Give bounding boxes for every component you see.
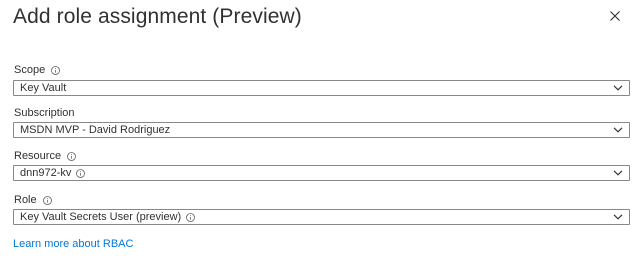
resource-label-text: Resource [14, 150, 62, 162]
learn-more-rbac-link[interactable]: Learn more about RBAC [13, 237, 133, 251]
info-icon[interactable] [76, 168, 86, 178]
info-icon[interactable] [186, 212, 196, 222]
role-value-text: Key Vault Secrets User (preview) [20, 211, 182, 223]
info-icon[interactable] [67, 151, 76, 161]
role-label: Role [14, 193, 52, 207]
subscription-dropdown[interactable]: MSDN MVP - David Rodriguez [13, 122, 630, 138]
resource-value: dnn972-kv [20, 166, 86, 180]
info-icon[interactable] [42, 195, 52, 205]
chevron-down-icon [613, 126, 623, 134]
panel-title: Add role assignment (Preview) [13, 5, 302, 28]
resource-value-text: dnn972-kv [20, 167, 72, 179]
scope-dropdown[interactable]: Key Vault [13, 80, 630, 96]
scope-value-text: Key Vault [20, 82, 67, 94]
chevron-down-icon [613, 213, 623, 221]
scope-label-text: Scope [14, 64, 46, 76]
scope-label: Scope [14, 63, 61, 77]
subscription-label: Subscription [14, 106, 75, 120]
subscription-value: MSDN MVP - David Rodriguez [20, 123, 170, 137]
scope-value: Key Vault [20, 81, 66, 95]
resource-dropdown[interactable]: dnn972-kv [13, 165, 630, 181]
role-value: Key Vault Secrets User (preview) [20, 210, 196, 224]
close-button[interactable] [607, 8, 623, 24]
subscription-label-text: Subscription [14, 107, 75, 119]
info-icon[interactable] [51, 65, 61, 75]
role-label-text: Role [14, 194, 37, 206]
chevron-down-icon [613, 169, 623, 177]
close-icon [607, 8, 623, 24]
resource-label: Resource [14, 149, 76, 163]
chevron-down-icon [613, 84, 623, 92]
role-dropdown[interactable]: Key Vault Secrets User (preview) [13, 209, 630, 225]
add-role-assignment-panel: Add role assignment (Preview) Scope Key … [0, 0, 636, 277]
subscription-value-text: MSDN MVP - David Rodriguez [20, 124, 171, 136]
